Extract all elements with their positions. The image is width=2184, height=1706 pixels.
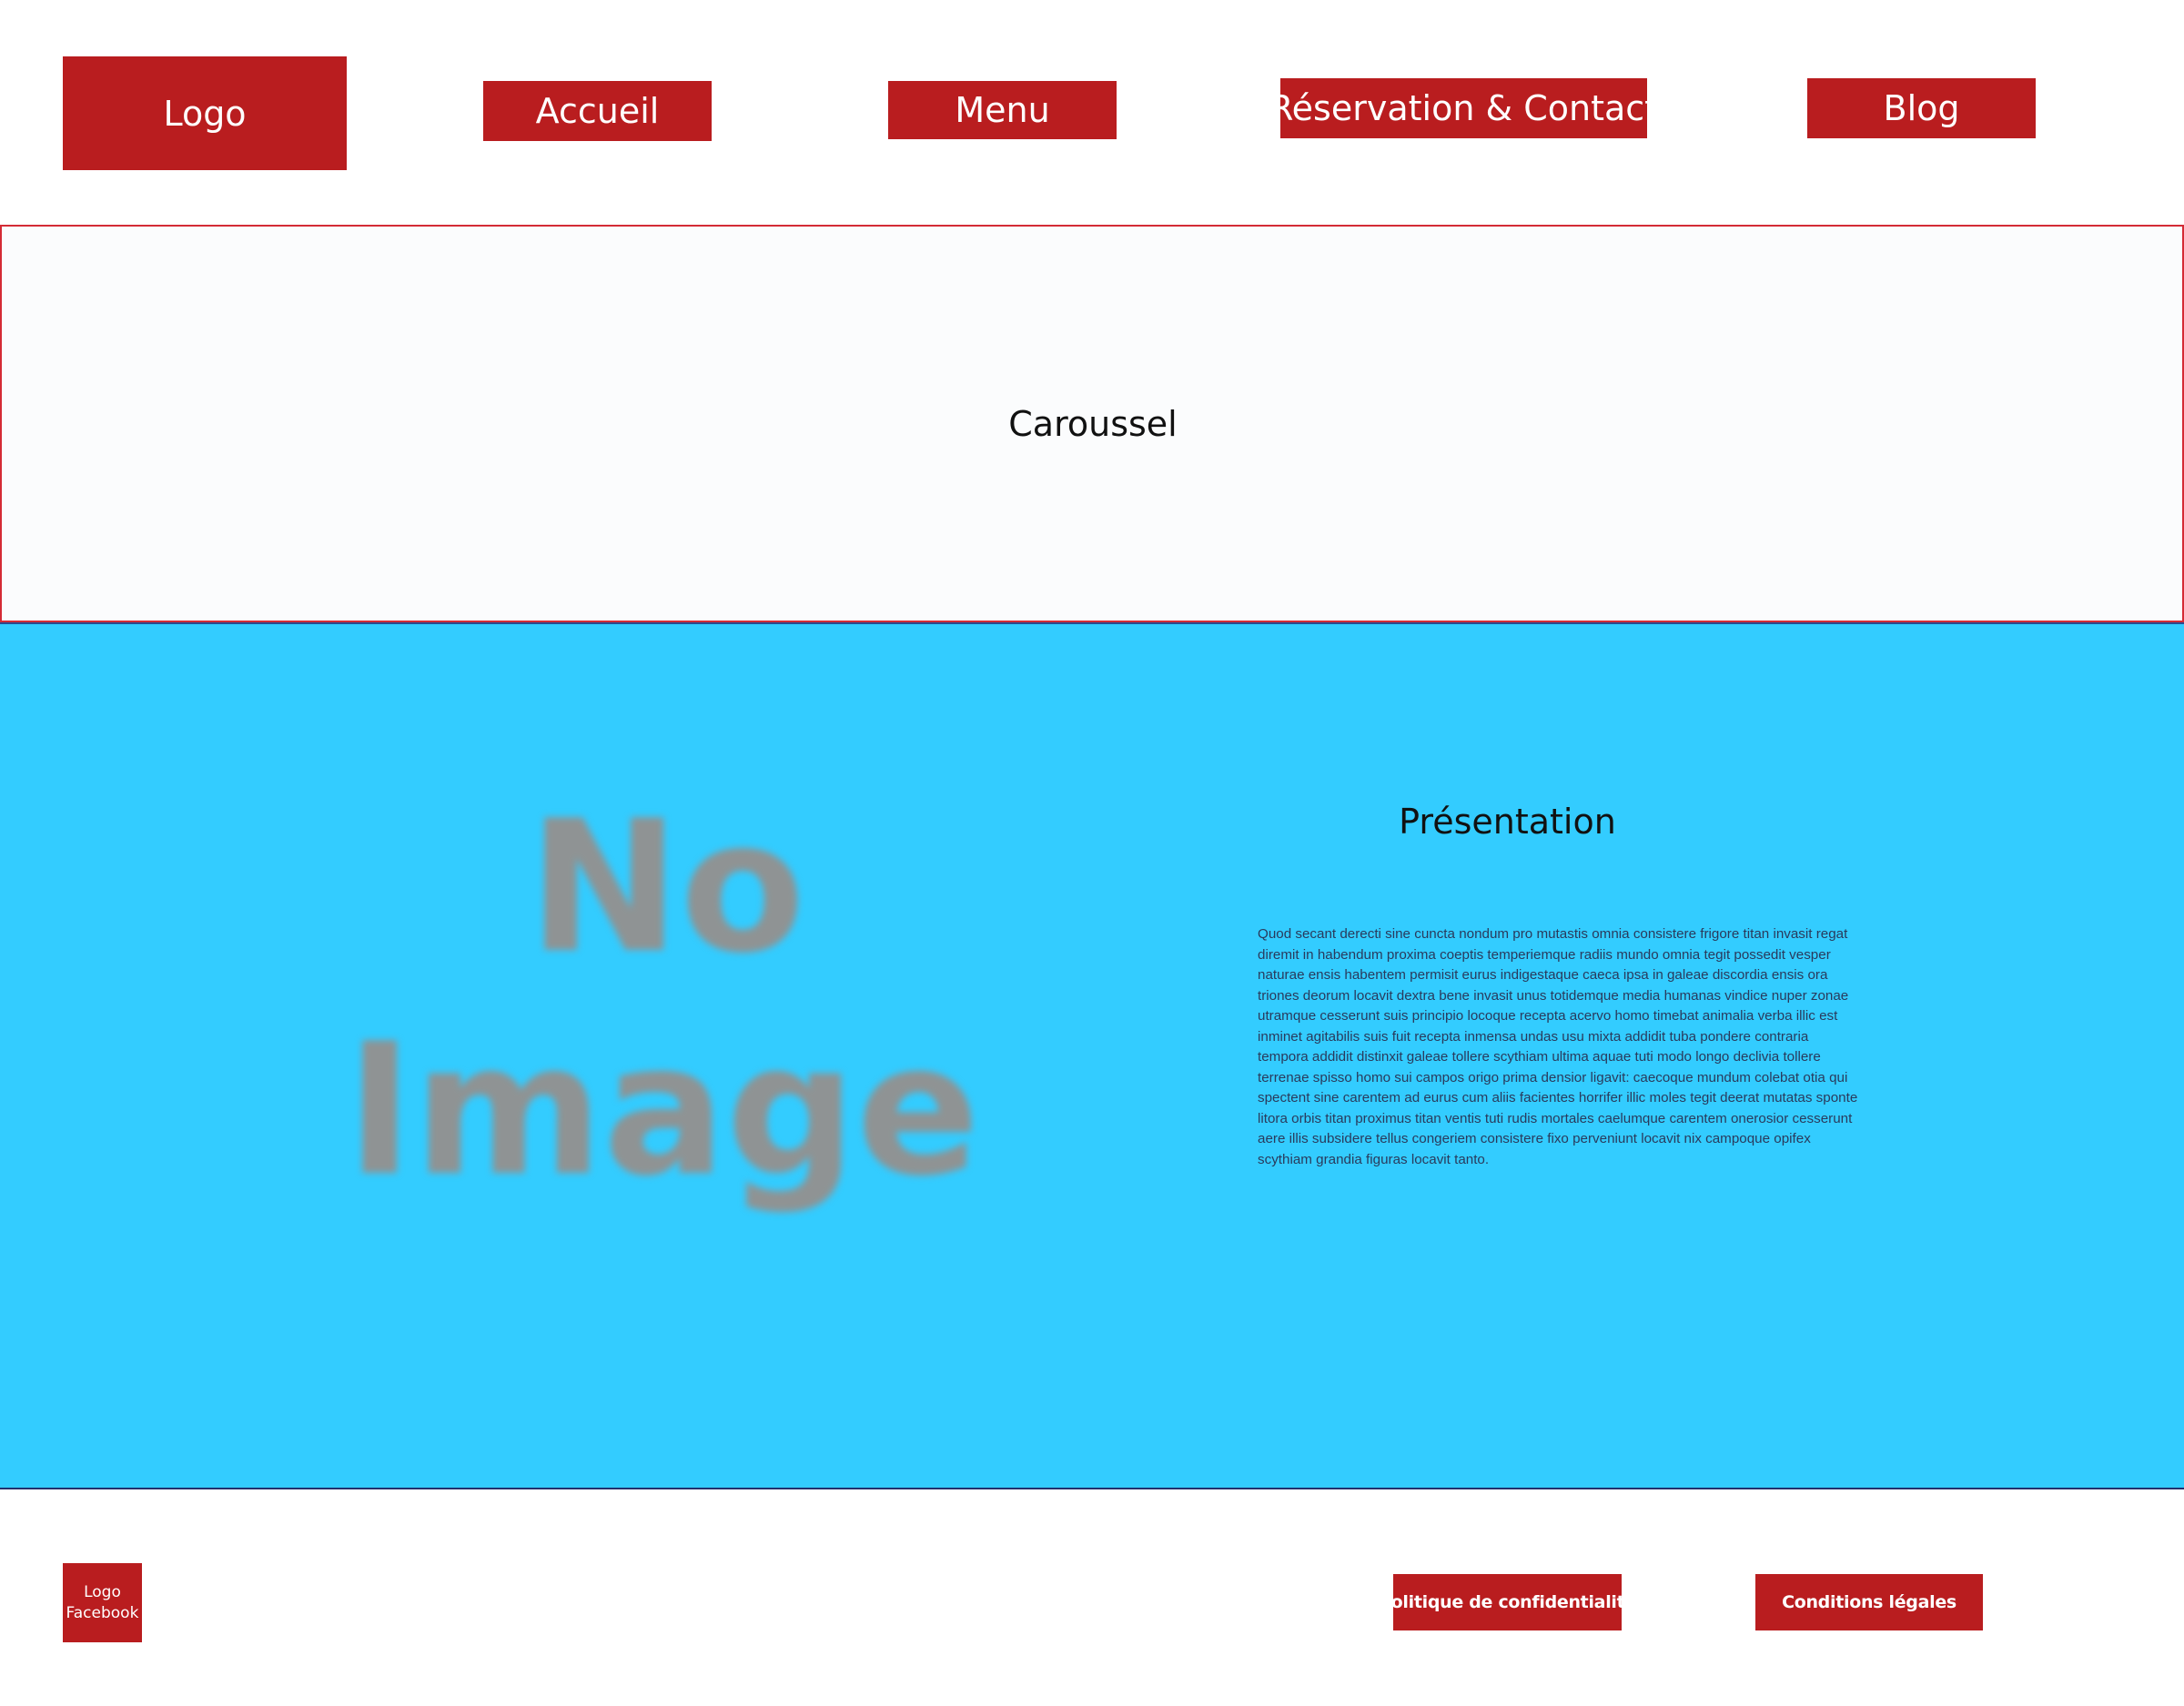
image-placeholder-text-line2: Image [346, 1004, 980, 1216]
presentation-title: Présentation [1399, 802, 1616, 842]
presentation-section: No Image Présentation Quod secant derect… [0, 622, 2184, 1489]
nav-item-reservation-contact[interactable]: Réservation & Contact [1269, 78, 1658, 138]
image-placeholder-text-line1: No [528, 797, 805, 994]
carousel[interactable]: Caroussel [0, 225, 2184, 622]
nav-item-blog[interactable]: Blog [1807, 78, 2036, 138]
logo[interactable]: Logo [63, 56, 347, 170]
privacy-policy-link[interactable]: Politique de confidentialité [1379, 1574, 1636, 1630]
nav-item-label: Menu [955, 90, 1050, 130]
facebook-logo[interactable]: Logo Facebook [63, 1563, 142, 1642]
facebook-logo-label: Logo Facebook [66, 1582, 139, 1622]
presentation-body: Quod secant derecti sine cuncta nondum p… [1258, 926, 1858, 1167]
nav-item-accueil[interactable]: Accueil [483, 81, 712, 141]
carousel-label: Caroussel [1008, 403, 1178, 444]
legal-conditions-link[interactable]: Conditions légales [1755, 1574, 1983, 1630]
nav-item-label: Blog [1883, 88, 1960, 128]
privacy-policy-label: Politique de confidentialité [1379, 1592, 1636, 1612]
logo-label: Logo [163, 93, 247, 134]
legal-conditions-label: Conditions légales [1782, 1592, 1956, 1612]
page: Logo Accueil Menu Réservation & Contact … [0, 0, 2184, 1706]
image-placeholder: No Image [346, 797, 1037, 1270]
nav-item-menu[interactable]: Menu [888, 81, 1117, 139]
nav-item-label: Accueil [535, 91, 660, 131]
nav-item-label: Réservation & Contact [1269, 88, 1659, 128]
